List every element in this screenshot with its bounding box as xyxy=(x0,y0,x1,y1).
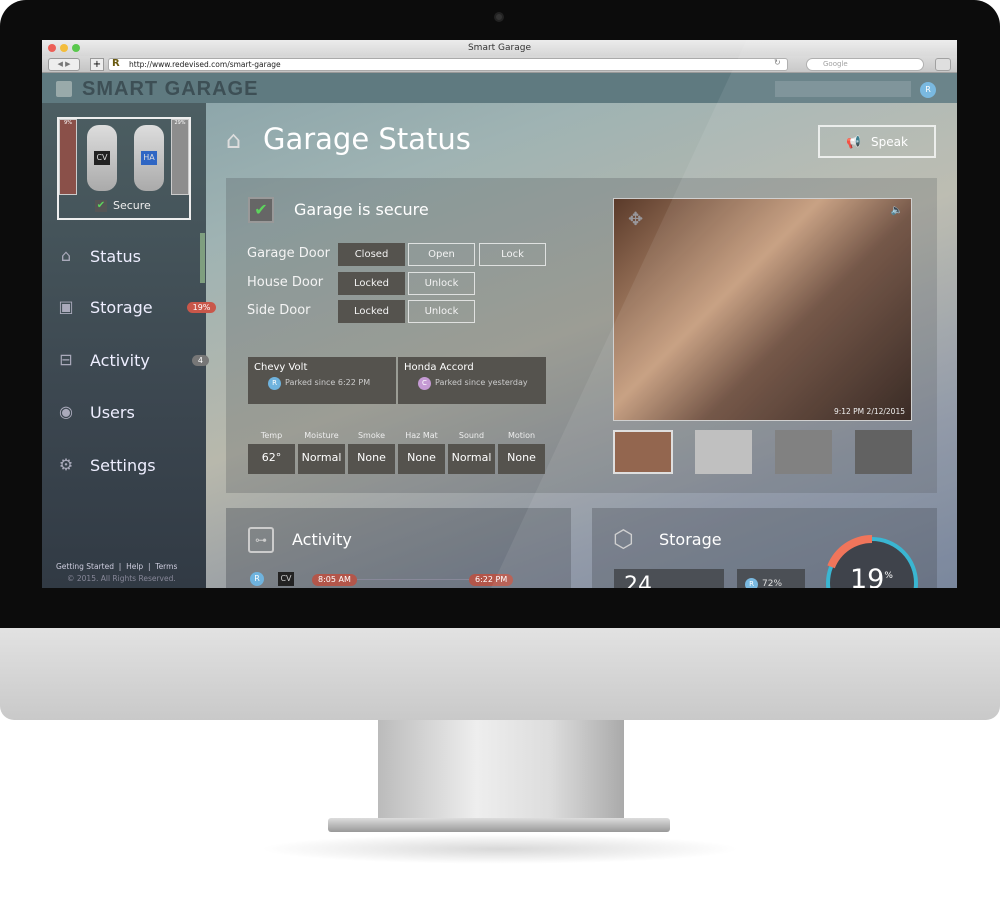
sensor-value[interactable]: Normal xyxy=(448,444,495,474)
sensor-label: Temp xyxy=(260,431,283,440)
add-tab-icon[interactable]: + xyxy=(90,58,104,71)
link-help[interactable]: Help xyxy=(126,562,143,571)
sensor-value[interactable]: None xyxy=(498,444,545,474)
sidebar-item-label: Settings xyxy=(90,455,156,475)
close-button[interactable] xyxy=(48,44,56,52)
door-label: House Door xyxy=(247,275,324,290)
door-label: Side Door xyxy=(247,303,311,318)
secure-label: Secure xyxy=(113,199,151,212)
right-bay-fill: 29% xyxy=(171,119,189,195)
user-avatar: C xyxy=(418,377,431,390)
sidebar: 9% 29% CV HA ✔ Secure ⌂ Status ▣ Storage 19… xyxy=(42,103,217,588)
house-door-state: Locked xyxy=(338,272,405,295)
webcam xyxy=(494,12,504,22)
monitor-chin xyxy=(0,628,1000,720)
car-card[interactable]: Honda Accord C Parked since yesterday xyxy=(398,357,546,404)
car-label: HA xyxy=(141,151,157,165)
side-door-state: Locked xyxy=(338,300,405,323)
storage-badge: 19% xyxy=(186,301,217,313)
screen: Smart Garage ◀ ▶ + http://www.redevised.… xyxy=(42,40,957,588)
side-door-unlock-button[interactable]: Unlock xyxy=(408,300,475,323)
car-status: Parked since yesterday xyxy=(435,378,528,387)
car-badge: CV xyxy=(278,572,294,586)
garage-door-state: Closed xyxy=(338,243,405,266)
check-icon: ✔ xyxy=(95,199,107,212)
sensor-label: Moisture xyxy=(304,431,339,440)
timeline-start[interactable]: 8:05 AM xyxy=(312,574,357,586)
page-title: Garage Status xyxy=(263,122,471,156)
door-label: Garage Door xyxy=(247,246,330,261)
secure-check-icon: ✔ xyxy=(248,197,274,223)
user-avatar: R xyxy=(250,572,264,586)
active-indicator xyxy=(200,233,205,283)
sensor-label: Motion xyxy=(507,431,536,440)
site-favicon: R xyxy=(112,58,120,69)
car-icon: CV xyxy=(87,125,117,191)
user-icon: ◉ xyxy=(59,402,73,421)
house-icon: ⌂ xyxy=(60,246,72,265)
footer-links: Getting Started | Help | Terms xyxy=(56,562,178,571)
gear-icon: ⚙ xyxy=(58,455,74,474)
car-card[interactable]: Chevy Volt R Parked since 6:22 PM xyxy=(248,357,396,404)
address-bar[interactable]: http://www.redevised.com/smart-garage xyxy=(108,58,788,71)
activity-icon: ⊶ xyxy=(248,527,274,553)
stand-foot xyxy=(328,818,670,832)
car-icon: HA xyxy=(134,125,164,191)
logo-box-icon xyxy=(56,81,72,97)
car-name: Honda Accord xyxy=(404,362,474,373)
back-forward-icon[interactable]: ◀ ▶ xyxy=(48,58,80,71)
sidebar-item-activity[interactable]: ⊟ Activity 4 xyxy=(56,350,209,370)
activity-icon: ⊟ xyxy=(59,350,73,369)
sensor-value[interactable]: 62° xyxy=(248,444,295,474)
sensor-label: Smoke xyxy=(357,431,386,440)
stand-shadow xyxy=(260,834,740,864)
sidebar-item-status[interactable]: ⌂ Status xyxy=(56,246,141,266)
link-getting-started[interactable]: Getting Started xyxy=(56,562,114,571)
house-icon: ⌂ xyxy=(226,126,242,154)
copyright: © 2015. All Rights Reserved. xyxy=(67,574,176,583)
link-terms[interactable]: Terms xyxy=(155,562,177,571)
sidebar-item-label: Users xyxy=(90,402,135,422)
sensor-label: Haz Mat xyxy=(405,431,438,440)
sidebar-item-label: Status xyxy=(90,246,141,266)
pan-arrows-icon[interactable]: ✥ xyxy=(628,209,643,230)
car-name: Chevy Volt xyxy=(254,362,308,373)
user-avatar: R xyxy=(268,377,281,390)
secure-status: Garage is secure xyxy=(294,200,429,219)
activity-badge: 4 xyxy=(191,354,209,366)
sensor-label: Sound xyxy=(458,431,485,440)
monitor-stand xyxy=(378,720,624,820)
house-door-unlock-button[interactable]: Unlock xyxy=(408,272,475,295)
maximize-button[interactable] xyxy=(72,44,80,52)
sidebar-item-storage[interactable]: ▣ Storage 19% xyxy=(56,297,217,317)
car-status: Parked since 6:22 PM xyxy=(285,378,371,387)
box-icon: ▣ xyxy=(58,297,74,316)
sidebar-item-label: Activity xyxy=(90,350,150,370)
garage-map[interactable]: 9% 29% CV HA ✔ Secure xyxy=(57,117,191,220)
sidebar-item-settings[interactable]: ⚙ Settings xyxy=(56,455,156,475)
sensor-value[interactable]: None xyxy=(348,444,395,474)
minimize-button[interactable] xyxy=(60,44,68,52)
left-bay-fill: 9% xyxy=(59,119,77,195)
activity-title: Activity xyxy=(292,530,352,549)
sensor-value[interactable]: Normal xyxy=(298,444,345,474)
app-logo: SMART GARAGE xyxy=(82,78,259,100)
sidebar-item-users[interactable]: ◉ Users xyxy=(56,402,135,422)
garage-door-open-button[interactable]: Open xyxy=(408,243,475,266)
car-label: CV xyxy=(94,151,110,165)
sidebar-item-label: Storage xyxy=(90,297,153,317)
garage-door-lock-button[interactable]: Lock xyxy=(479,243,546,266)
sensor-value[interactable]: None xyxy=(398,444,445,474)
